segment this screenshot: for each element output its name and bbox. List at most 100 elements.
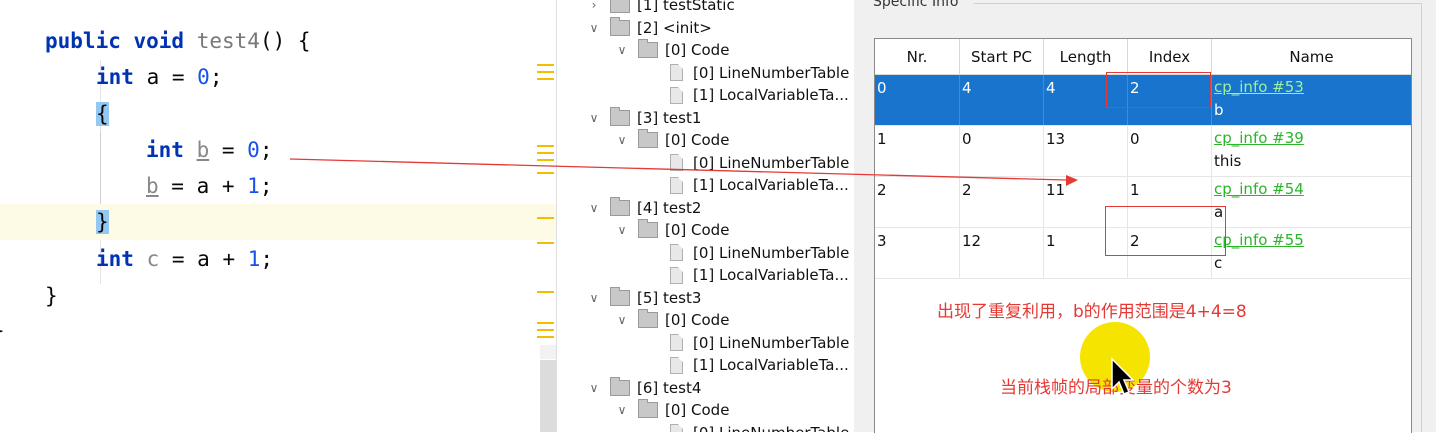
cp-info-link[interactable]: cp_info #39 bbox=[1214, 129, 1304, 147]
tree-item[interactable]: [0] LineNumberTable bbox=[670, 422, 849, 432]
document-icon bbox=[670, 424, 683, 432]
code-line[interactable]: int b = 0; bbox=[0, 132, 556, 168]
code-token: 1 bbox=[247, 174, 260, 198]
tree-item[interactable]: ∨ [6] test4 bbox=[586, 376, 701, 399]
tree-item[interactable]: [0] LineNumberTable bbox=[670, 242, 849, 264]
chevron-down-icon[interactable]: ∨ bbox=[586, 20, 602, 36]
class-structure-tree[interactable]: › [1] testStatic ∨ [2] <init> ∨ [0] Code [0] L… bbox=[556, 0, 855, 432]
tree-item[interactable]: › [1] testStatic bbox=[586, 0, 735, 16]
document-icon bbox=[670, 154, 683, 171]
tree-item[interactable]: ∨ [0] Code bbox=[614, 309, 729, 331]
folder-icon bbox=[638, 39, 658, 58]
group-border bbox=[974, 3, 1422, 4]
code-line[interactable]: public void test4() { bbox=[0, 23, 556, 59]
cell-value: 0 bbox=[962, 130, 972, 148]
document-icon bbox=[670, 86, 683, 104]
table-cell-name: cp_info #53 b bbox=[1212, 75, 1411, 125]
chevron-down-icon[interactable]: ∨ bbox=[586, 290, 602, 306]
chevron-down-icon[interactable]: ∨ bbox=[614, 312, 630, 328]
code-text: { bbox=[96, 100, 109, 128]
code-token: int bbox=[146, 138, 197, 162]
tree-item-label: [1] testStatic bbox=[637, 0, 735, 14]
tree-item[interactable]: [1] LocalVariableTa... bbox=[670, 264, 849, 286]
tree-item-label: [1] LocalVariableTa... bbox=[693, 356, 849, 374]
tree-item[interactable]: ∨ [2] <init> bbox=[586, 16, 712, 39]
tree-item[interactable]: ∨ [0] Code bbox=[614, 219, 729, 241]
table-cell-nr: 1 bbox=[875, 126, 960, 176]
code-token: c bbox=[146, 247, 160, 271]
column-header-index[interactable]: Index bbox=[1128, 39, 1212, 75]
tree-item[interactable]: [0] LineNumberTable bbox=[670, 332, 849, 354]
code-token: } bbox=[45, 284, 58, 308]
code-text: int c = a + 1; bbox=[96, 245, 273, 273]
tree-item[interactable]: [0] LineNumberTable bbox=[670, 152, 849, 174]
code-token: ; bbox=[259, 138, 273, 162]
code-text: b = a + 1; bbox=[146, 172, 272, 200]
cp-info-link[interactable]: cp_info #55 bbox=[1214, 231, 1304, 249]
tree-item-label: [5] test3 bbox=[637, 288, 702, 307]
warning-marker bbox=[537, 217, 554, 219]
code-editor[interactable]: public void test4() { int a = 0; { int b = … bbox=[0, 0, 556, 432]
tree-item[interactable]: ∨ [4] test2 bbox=[586, 196, 702, 219]
tree-item[interactable]: ∨ [5] test3 bbox=[586, 286, 702, 309]
chevron-down-icon[interactable]: ∨ bbox=[614, 402, 630, 418]
chevron-down-icon[interactable]: ∨ bbox=[586, 110, 602, 126]
code-line[interactable]: int a = 0; bbox=[0, 59, 556, 95]
column-header-name[interactable]: Name bbox=[1212, 39, 1411, 75]
code-line[interactable]: } bbox=[0, 313, 556, 349]
table-row[interactable]: 1 0 13 0 cp_info #39 this bbox=[875, 126, 1411, 177]
chevron-right-icon[interactable]: › bbox=[586, 0, 602, 13]
code-line[interactable]: } bbox=[0, 278, 556, 314]
tree-item[interactable]: ∨ [0] Code bbox=[614, 129, 729, 151]
tree-item[interactable]: ∨ [0] Code bbox=[614, 399, 729, 421]
column-header-length[interactable]: Length bbox=[1044, 39, 1128, 75]
document-icon bbox=[670, 64, 683, 81]
tree-item[interactable]: ∨ [3] test1 bbox=[586, 106, 702, 129]
cp-info-link[interactable]: cp_info #53 bbox=[1214, 78, 1304, 96]
column-header-nr[interactable]: Nr. bbox=[875, 39, 960, 75]
folder-icon bbox=[638, 129, 658, 148]
tree-item[interactable]: [1] LocalVariableTa... bbox=[670, 354, 849, 376]
tree-item[interactable]: [1] LocalVariableTa... bbox=[670, 174, 849, 196]
chevron-down-icon[interactable]: ∨ bbox=[586, 200, 602, 216]
folder-icon bbox=[610, 376, 630, 396]
cp-info-link[interactable]: cp_info #54 bbox=[1214, 180, 1304, 198]
tree-item[interactable]: ∨ [0] Code bbox=[614, 39, 729, 61]
code-token: = a + bbox=[159, 247, 248, 271]
code-token: () { bbox=[259, 29, 311, 53]
code-token: ; bbox=[259, 174, 273, 198]
code-token: a = bbox=[146, 65, 198, 89]
tree-item-label: [0] LineNumberTable bbox=[693, 333, 850, 352]
code-text: } bbox=[96, 208, 109, 236]
column-header-start-pc[interactable]: Start PC bbox=[960, 39, 1044, 75]
chevron-down-icon[interactable]: ∨ bbox=[614, 42, 630, 58]
folder-icon bbox=[638, 309, 658, 328]
tree-item-label: [4] test2 bbox=[637, 198, 702, 217]
code-token: = a + bbox=[158, 174, 248, 198]
warning-marker bbox=[537, 242, 554, 244]
code-text: int b = 0; bbox=[146, 136, 272, 164]
tree-item[interactable]: [1] LocalVariableTa... bbox=[670, 84, 849, 106]
cell-value: 0 bbox=[877, 79, 887, 97]
code-line[interactable]: } bbox=[0, 204, 556, 240]
table-cell-name: cp_info #55 c bbox=[1212, 228, 1411, 278]
cell-value: 1 bbox=[1130, 181, 1140, 199]
annotation-box bbox=[1106, 72, 1211, 108]
folder-icon bbox=[638, 219, 658, 238]
code-line[interactable]: { bbox=[0, 96, 556, 132]
group-border bbox=[1421, 3, 1422, 432]
code-line[interactable]: b = a + 1; bbox=[0, 168, 556, 204]
chevron-down-icon[interactable]: ∨ bbox=[614, 222, 630, 238]
code-token: 1 bbox=[247, 247, 261, 271]
table-cell-nr: 3 bbox=[875, 228, 960, 278]
warning-marker bbox=[537, 172, 554, 174]
code-token: test4 bbox=[196, 29, 260, 53]
chevron-down-icon[interactable]: ∨ bbox=[614, 132, 630, 148]
tree-item[interactable]: [0] LineNumberTable bbox=[670, 62, 849, 84]
tree-item-label: [3] test1 bbox=[637, 108, 702, 127]
code-text: int a = 0; bbox=[96, 63, 222, 91]
annotation-box bbox=[1105, 206, 1226, 256]
editor-scrollbar[interactable] bbox=[540, 360, 556, 432]
chevron-down-icon[interactable]: ∨ bbox=[586, 380, 602, 396]
code-line[interactable]: int c = a + 1; bbox=[0, 241, 556, 277]
